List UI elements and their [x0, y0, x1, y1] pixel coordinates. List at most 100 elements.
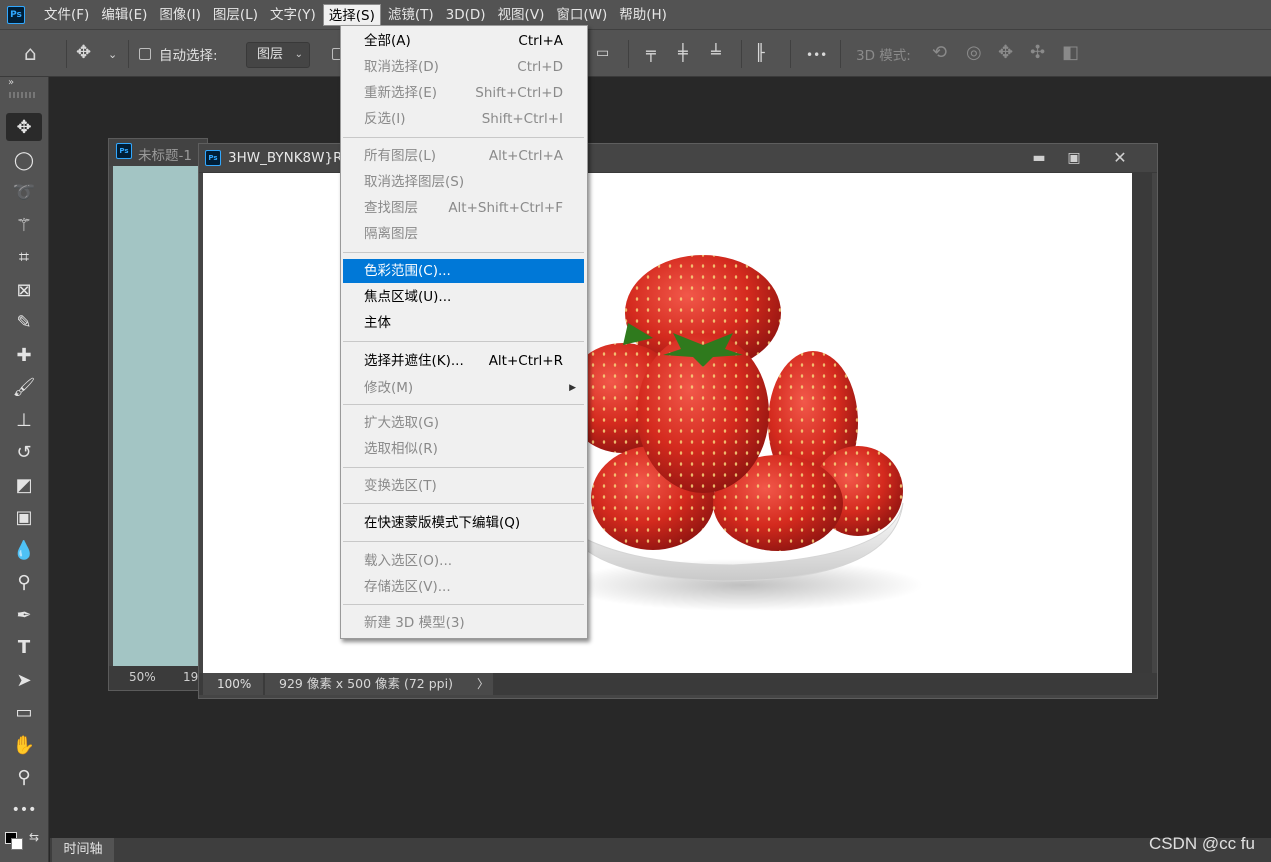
vertical-scrollbar[interactable] — [1132, 173, 1152, 673]
eraser-icon[interactable]: ◩ — [6, 471, 42, 499]
menu-item-inverse[interactable]: 反选(I) Shift+Ctrl+I — [343, 107, 584, 131]
menu-item-find-layers[interactable]: 查找图层 Alt+Shift+Ctrl+F — [343, 196, 584, 220]
move-tool-icon[interactable]: ✥ — [6, 113, 42, 141]
document-title-front: 3HW_BYNK8W}R — [228, 150, 343, 166]
chevron-down-icon[interactable]: ⌄ — [108, 44, 117, 66]
options-bar: ⌂ ✥ ⌄ 自动选择: 图层 ⌄ ▭ ╤ ╪ ╧ ╟ ••• 3D 模式: ⟲ … — [0, 29, 1271, 77]
menu-file[interactable]: 文件(F) — [39, 4, 94, 26]
select-menu-dropdown: 全部(A) Ctrl+A 取消选择(D) Ctrl+D 重新选择(E) Shift+C… — [340, 25, 588, 639]
menu-item-similar[interactable]: 选取相似(R) — [343, 437, 584, 461]
scale-3d-icon[interactable]: ◧ — [1062, 42, 1079, 64]
menu-layer[interactable]: 图层(L) — [208, 4, 263, 26]
lasso-icon[interactable]: ➰ — [6, 178, 42, 206]
menu-window[interactable]: 窗口(W) — [551, 4, 612, 26]
type-icon[interactable]: T — [6, 633, 42, 661]
close-icon[interactable]: ✕ — [1106, 148, 1134, 168]
roll-3d-icon[interactable]: ◎ — [966, 42, 982, 64]
menu-divider — [343, 252, 584, 253]
menu-help[interactable]: 帮助(H) — [614, 4, 672, 26]
dodge-icon[interactable]: ⚲ — [6, 568, 42, 596]
menu-item-all-layers[interactable]: 所有图层(L) Alt+Ctrl+A — [343, 144, 584, 168]
menu-3d[interactable]: 3D(D) — [441, 4, 491, 26]
menu-item-focus-area[interactable]: 焦点区域(U)... — [343, 285, 584, 309]
brush-icon[interactable]: 🖌 — [6, 373, 42, 401]
document-info-front[interactable]: 929 像素 x 500 像素 (72 ppi) — [265, 673, 493, 695]
menu-item-deselect[interactable]: 取消选择(D) Ctrl+D — [343, 55, 584, 79]
frame-icon[interactable]: ⊠ — [6, 276, 42, 304]
menu-item-select-and-mask[interactable]: 选择并遮住(K)... Alt+Ctrl+R — [343, 349, 584, 373]
document-window-back[interactable]: Ps 未标题-1 50% 19 — [108, 138, 208, 691]
status-bar-back: 50% 19 — [109, 666, 207, 690]
zoom-level-front[interactable]: 100% — [203, 673, 263, 695]
menu-item-subject[interactable]: 主体 — [343, 311, 584, 335]
maximize-icon[interactable]: ▣ — [1060, 148, 1088, 168]
home-icon[interactable]: ⌂ — [24, 42, 37, 64]
menu-item-save-selection[interactable]: 存储选区(V)... — [343, 575, 584, 599]
healing-brush-icon[interactable]: ✚ — [6, 341, 42, 369]
menu-select[interactable]: 选择(S) — [322, 3, 381, 26]
align-bottom-edges-icon[interactable]: ╧ — [711, 42, 721, 64]
divider — [741, 40, 742, 68]
elliptical-marquee-icon[interactable]: ◯ — [6, 146, 42, 174]
blur-icon[interactable]: 💧 — [6, 536, 42, 564]
document-tab-back[interactable]: Ps 未标题-1 — [109, 139, 207, 166]
menu-item-select-all[interactable]: 全部(A) Ctrl+A — [343, 29, 584, 53]
timeline-panel-bar — [50, 838, 1271, 862]
auto-select-dropdown[interactable]: 图层 ⌄ — [246, 42, 310, 68]
divider — [66, 40, 67, 68]
pen-icon[interactable]: ✒ — [6, 601, 42, 629]
menu-edit[interactable]: 编辑(E) — [96, 4, 152, 26]
clone-stamp-icon[interactable]: ⊥ — [6, 406, 42, 434]
mode-3d-label: 3D 模式: — [856, 48, 911, 64]
slide-3d-icon[interactable]: ✣ — [1030, 42, 1045, 64]
canvas-back[interactable] — [113, 166, 203, 666]
menu-item-load-selection[interactable]: 载入选区(O)... — [343, 549, 584, 573]
menu-item-color-range[interactable]: 色彩范围(C)... — [343, 259, 584, 283]
menu-filter[interactable]: 滤镜(T) — [383, 4, 439, 26]
collapse-panel-icon[interactable]: » — [8, 77, 14, 88]
more-tools-icon[interactable]: ••• — [6, 796, 42, 824]
menu-view[interactable]: 视图(V) — [493, 4, 550, 26]
menu-item-grow[interactable]: 扩大选取(G) — [343, 411, 584, 435]
zoom-level-back[interactable]: 50% — [129, 670, 156, 684]
swap-colors-icon[interactable]: ⇆ — [29, 830, 39, 844]
magic-wand-icon[interactable]: ⚚ — [6, 211, 42, 239]
background-color-swatch[interactable] — [11, 838, 23, 850]
menu-image[interactable]: 图像(I) — [154, 4, 206, 26]
eyedropper-icon[interactable]: ✎ — [6, 308, 42, 336]
rectangle-icon[interactable]: ▭ — [6, 698, 42, 726]
menu-item-modify[interactable]: 修改(M) ▶ — [343, 376, 584, 400]
auto-select-checkbox[interactable] — [139, 48, 151, 60]
menu-divider — [343, 467, 584, 468]
crop-icon[interactable]: ⌗ — [6, 243, 42, 271]
history-brush-icon[interactable]: ↺ — [6, 438, 42, 466]
gradient-icon[interactable]: ▣ — [6, 503, 42, 531]
auto-select-label: 自动选择: — [159, 48, 218, 64]
path-selection-icon[interactable]: ➤ — [6, 666, 42, 694]
align-vertical-centers-icon[interactable]: ╪ — [678, 42, 688, 64]
menu-divider — [343, 503, 584, 504]
distribute-icon[interactable]: ╟ — [755, 42, 765, 64]
menu-bar: Ps 文件(F) 编辑(E) 图像(I) 图层(L) 文字(Y) 选择(S) 滤… — [0, 0, 1271, 29]
hand-icon[interactable]: ✋ — [6, 731, 42, 759]
tab-timeline[interactable]: 时间轴 — [52, 838, 114, 862]
chevron-right-icon[interactable]: 〉 — [477, 673, 489, 695]
menu-item-isolate-layers[interactable]: 隔离图层 — [343, 222, 584, 246]
horizontal-scrollbar[interactable] — [494, 678, 1130, 690]
more-options-icon[interactable]: ••• — [806, 44, 827, 66]
panel-grip[interactable] — [9, 92, 37, 98]
drag-3d-icon[interactable]: ✥ — [998, 42, 1013, 64]
menu-item-new-3d-model[interactable]: 新建 3D 模型(3) — [343, 611, 584, 635]
move-tool-preset-icon[interactable]: ✥ — [76, 42, 91, 64]
align-horizontal-centers-icon[interactable]: ▭ — [596, 42, 609, 64]
menu-type[interactable]: 文字(Y) — [265, 4, 321, 26]
divider — [840, 40, 841, 68]
orbit-3d-icon[interactable]: ⟲ — [932, 42, 947, 64]
menu-item-quick-mask[interactable]: 在快速蒙版模式下编辑(Q) — [343, 511, 584, 535]
minimize-icon[interactable]: ▬ — [1025, 148, 1053, 168]
menu-item-transform-selection[interactable]: 变换选区(T) — [343, 474, 584, 498]
align-top-edges-icon[interactable]: ╤ — [646, 42, 656, 64]
zoom-icon[interactable]: ⚲ — [6, 763, 42, 791]
menu-item-reselect[interactable]: 重新选择(E) Shift+Ctrl+D — [343, 81, 584, 105]
menu-item-deselect-layers[interactable]: 取消选择图层(S) — [343, 170, 584, 194]
